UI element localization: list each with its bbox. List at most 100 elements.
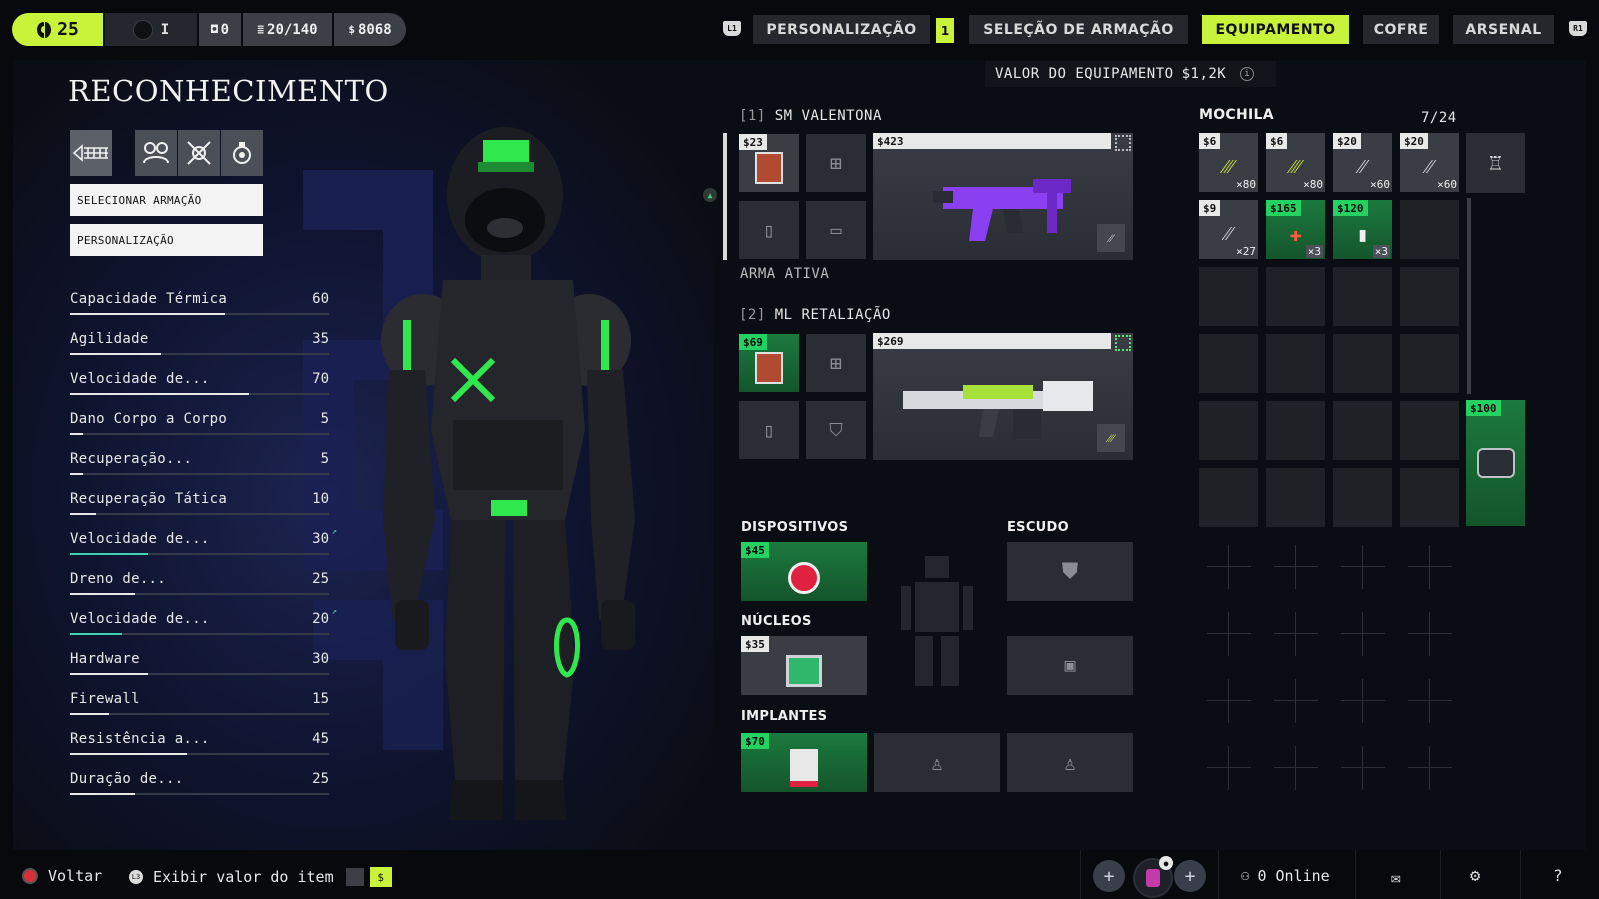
tab-cofre[interactable]: COFRE <box>1363 15 1439 44</box>
show-item-value-toggle[interactable]: L3 Exibir valor do item $ <box>129 867 392 887</box>
backpack-empty-slot[interactable] <box>1333 401 1392 460</box>
backpack-empty-slot[interactable] <box>1333 468 1392 527</box>
box-count: 0 <box>220 21 230 38</box>
weapon-2-card[interactable]: $269 ⁄⁄⁄ <box>873 333 1133 460</box>
backpack-item[interactable]: $165 ✚ ×3 <box>1266 200 1325 259</box>
tab-selecao-de-armacao[interactable]: SELEÇÃO DE ARMAÇÃO <box>969 15 1188 44</box>
stat-bar <box>70 393 329 395</box>
backpack-empty-slot[interactable] <box>1333 334 1392 393</box>
price-tag: $45 <box>741 542 769 558</box>
credits-value: 8068 <box>357 21 392 38</box>
category-target-tab[interactable] <box>178 130 220 176</box>
backpack-empty-slot[interactable] <box>1199 267 1258 326</box>
stat-row: Resistência a... 45 <box>70 731 329 767</box>
core-chip-icon <box>786 654 822 687</box>
stat-label: Duração de... <box>70 771 184 787</box>
backpack-empty-slot[interactable] <box>1266 267 1325 326</box>
shield-slot[interactable]: ⛊ <box>1007 542 1133 601</box>
select-frame-button[interactable]: SELECIONAR ARMAÇÃO <box>70 184 263 216</box>
backpack-empty-slot[interactable] <box>1400 468 1459 527</box>
weapons-scrollbar[interactable] <box>723 133 727 260</box>
stat-value: 35 <box>312 331 329 347</box>
backpack-item[interactable]: $9 ⁄⁄ ×27 <box>1199 200 1258 259</box>
tab-equipamento[interactable]: EQUIPAMENTO <box>1202 15 1349 44</box>
add-friend-left-button[interactable]: + <box>1093 860 1125 892</box>
backpack-side-item[interactable]: $100 <box>1466 400 1525 526</box>
target-icon <box>187 141 211 165</box>
stat-value: 20 <box>312 611 329 627</box>
implant-slot-3[interactable]: ♙ <box>1007 733 1133 792</box>
backpack-empty-slot[interactable] <box>1199 401 1258 460</box>
stat-bar <box>70 633 329 635</box>
stat-value: 5 <box>320 451 329 467</box>
weapon-2-shield-mod-slot[interactable]: ⛉ <box>806 401 866 459</box>
backpack-empty-slot[interactable] <box>1333 267 1392 326</box>
weapon-2-magazine-slot[interactable]: ▯ <box>739 401 799 459</box>
price-tag: $20 <box>1400 133 1428 149</box>
player-avatar[interactable]: ● <box>1133 856 1173 898</box>
backpack-empty-slot[interactable] <box>1199 468 1258 527</box>
backpack-empty-slot[interactable] <box>1400 401 1459 460</box>
settings-icon[interactable]: ⚙ <box>1470 866 1480 886</box>
stat-value: 60 <box>312 291 329 307</box>
add-friend-right-button[interactable]: + <box>1174 860 1206 892</box>
credits-counter: $ 8068 <box>334 13 406 46</box>
stat-bar-fill <box>70 713 109 715</box>
tab-label: SELEÇÃO DE ARMAÇÃO <box>983 21 1174 38</box>
item-quantity: ×60 <box>1437 178 1457 191</box>
backpack-item[interactable]: $6 ⁄⁄⁄ ×80 <box>1266 133 1325 192</box>
help-icon[interactable]: ? <box>1553 866 1563 885</box>
implant-slot-2[interactable]: ♙ <box>874 733 1000 792</box>
price-tag: $23 <box>739 134 767 150</box>
sight-icon: ⊞ <box>829 151 843 175</box>
weapon-1-header: [1] SM VALENTONA <box>739 108 882 124</box>
category-ammo-tab[interactable] <box>70 130 112 176</box>
backpack-empty-slot[interactable] <box>1400 267 1459 326</box>
backpack-item[interactable]: $20 ⁄⁄ ×60 <box>1400 133 1459 192</box>
backpack-empty-slot[interactable] <box>1400 334 1459 393</box>
core-slot-empty[interactable]: ▣ <box>1007 636 1133 695</box>
backpack-equip-slot[interactable]: ♖ <box>1466 133 1525 193</box>
price-tag: $69 <box>739 334 767 350</box>
box-counter: ◘ 0 <box>199 13 241 46</box>
category-grenade-tab[interactable] <box>221 130 263 176</box>
weapon-1-card[interactable]: $423 ⁄⁄ <box>873 133 1133 260</box>
weapon-1-mod-slot[interactable]: $23 <box>739 134 799 192</box>
backpack-item[interactable]: $20 ⁄⁄ ×60 <box>1333 133 1392 192</box>
implant-slot-1[interactable]: $70 <box>741 733 867 792</box>
mail-icon[interactable]: ✉ <box>1391 868 1401 887</box>
item-quantity: ×3 <box>1305 245 1323 258</box>
backpack-scrollbar[interactable] <box>1467 198 1471 394</box>
backpack-empty-slot[interactable] <box>1199 334 1258 393</box>
backpack-item[interactable]: $6 ⁄⁄⁄ ×80 <box>1199 133 1258 192</box>
backpack-empty-slot[interactable] <box>1266 334 1325 393</box>
core-slot[interactable]: $35 <box>741 636 867 695</box>
backpack-item[interactable]: $120 ▮ ×3 <box>1333 200 1392 259</box>
l1-button-icon[interactable]: L1 <box>723 21 741 36</box>
weapon-1-barrel-slot[interactable]: ▭ <box>806 201 866 259</box>
r1-button-icon[interactable]: R1 <box>1569 21 1587 36</box>
backpack-empty-slot[interactable] <box>1266 401 1325 460</box>
back-button[interactable]: Voltar <box>22 867 102 885</box>
tab-arsenal[interactable]: ARSENAL <box>1453 15 1554 44</box>
locked-slot-marker <box>1274 746 1318 790</box>
customize-button[interactable]: PERSONALIZAÇÃO <box>70 224 263 256</box>
category-team-tab[interactable] <box>135 130 177 176</box>
weapon-1-magazine-slot[interactable]: ▯ <box>739 201 799 259</box>
locked-slot-marker <box>1207 679 1251 723</box>
online-friends[interactable]: ⚇ 0 Online <box>1241 867 1330 885</box>
stat-bar <box>70 673 329 675</box>
stat-bar <box>70 433 329 435</box>
info-icon[interactable]: i <box>1240 67 1255 81</box>
weapon-2-mod-slot[interactable]: $69 <box>739 334 799 392</box>
tab-personalizacao[interactable]: PERSONALIZAÇÃO <box>753 15 930 44</box>
backpack-empty-slot[interactable] <box>1266 468 1325 527</box>
stat-bar <box>70 473 329 475</box>
stat-row: Recuperação... 5 <box>70 451 329 487</box>
backpack-empty-slot[interactable] <box>1400 200 1459 259</box>
weapon-1-sight-slot[interactable]: ⊞ <box>806 134 866 192</box>
scroll-up-icon[interactable]: ▲ <box>703 188 717 202</box>
device-slot[interactable]: $45 <box>741 542 867 601</box>
implant-empty-icon: ♙ <box>930 750 944 775</box>
weapon-2-sight-slot[interactable]: ⊞ <box>806 334 866 392</box>
